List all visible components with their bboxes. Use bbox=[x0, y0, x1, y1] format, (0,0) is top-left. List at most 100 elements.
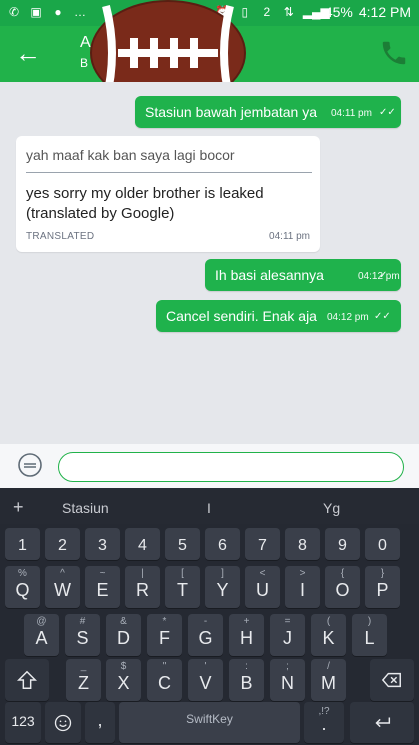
key-0[interactable]: 0 bbox=[365, 528, 400, 560]
app-bar: ← A B bbox=[0, 0, 419, 106]
double-check-icon: ✓✓ bbox=[374, 311, 391, 322]
message-input[interactable] bbox=[58, 452, 404, 482]
suggestion-3[interactable]: Yg bbox=[323, 500, 340, 516]
suggestion-bar: + Stasiun I Yg bbox=[0, 488, 419, 524]
key-d[interactable]: & D bbox=[106, 614, 141, 656]
enter-key[interactable] bbox=[350, 702, 414, 743]
key-g[interactable]: -G bbox=[188, 614, 223, 656]
key-alt-label: < bbox=[259, 568, 266, 579]
key-s[interactable]: # S bbox=[65, 614, 100, 656]
key-7[interactable]: 7 bbox=[245, 528, 280, 560]
signal-icon: ▂▄▆ bbox=[302, 5, 330, 19]
key-alt-label: ( bbox=[326, 616, 331, 627]
plus-icon[interactable]: + bbox=[13, 497, 24, 518]
key-i[interactable]: > I bbox=[285, 566, 320, 608]
key-alt-label: > bbox=[299, 568, 306, 579]
message-bubble-out[interactable]: Ih basi alesannya 04:12 pm ✓ bbox=[205, 259, 401, 291]
mode-key[interactable]: 123 bbox=[5, 702, 41, 743]
key-k[interactable]: (K bbox=[311, 614, 346, 656]
key-n[interactable]: ; N bbox=[270, 659, 305, 701]
emoji-icon bbox=[54, 714, 72, 732]
key-j[interactable]: = J bbox=[270, 614, 305, 656]
period-key[interactable]: ,!? . bbox=[304, 702, 344, 743]
key-label: L bbox=[364, 628, 375, 648]
shift-key[interactable] bbox=[5, 659, 49, 701]
key-x[interactable]: $ X bbox=[106, 659, 141, 701]
translated-label: TRANSLATED bbox=[26, 231, 95, 242]
key-l[interactable]: ) L bbox=[352, 614, 387, 656]
key-alt-label: ; bbox=[286, 661, 289, 672]
key-p[interactable]: } P bbox=[365, 566, 400, 608]
key-alt-label: / bbox=[327, 661, 330, 672]
whatsapp-icon: ✆ bbox=[8, 5, 20, 19]
key-label: E bbox=[96, 580, 109, 600]
key-z[interactable]: _ Z bbox=[66, 659, 101, 701]
key-label: O bbox=[335, 580, 350, 600]
key-label: 5 bbox=[178, 537, 187, 554]
key-label: H bbox=[240, 628, 253, 648]
key-q[interactable]: % Q bbox=[5, 566, 40, 608]
message-bubble-out[interactable]: Cancel sendiri. Enak aja 04:12 pm ✓✓ bbox=[156, 300, 401, 332]
key-4[interactable]: 4 bbox=[125, 528, 160, 560]
message-bubble-in[interactable]: yah maaf kak ban saya lagi bocor yes sor… bbox=[16, 136, 320, 252]
key-3[interactable]: 3 bbox=[85, 528, 120, 560]
key-alt-label: _ bbox=[80, 661, 87, 672]
key-label: F bbox=[159, 628, 170, 648]
emoji-key[interactable] bbox=[45, 702, 81, 743]
key-1[interactable]: 1 bbox=[5, 528, 40, 560]
back-arrow-icon[interactable]: ← bbox=[14, 39, 42, 67]
original-text: yah maaf kak ban saya lagi bocor bbox=[26, 147, 235, 163]
message-time: 04:12 pm bbox=[327, 312, 369, 323]
key-a[interactable]: @ A bbox=[24, 614, 59, 656]
key-alt-label: ] bbox=[221, 568, 224, 579]
key-label: J bbox=[283, 628, 292, 648]
key-label: 1 bbox=[18, 537, 27, 554]
key-c[interactable]: " C bbox=[147, 659, 182, 701]
key-alt-label: " bbox=[162, 661, 167, 672]
contact-status: B bbox=[80, 56, 89, 70]
comma-key[interactable]: , bbox=[85, 702, 115, 743]
key-label: Z bbox=[78, 673, 89, 693]
key-f[interactable]: * F bbox=[147, 614, 182, 656]
key-y[interactable]: ] Y bbox=[205, 566, 240, 608]
key-8[interactable]: 8 bbox=[285, 528, 320, 560]
key-label: 8 bbox=[298, 537, 307, 554]
message-time: 04:11 pm bbox=[269, 231, 310, 242]
key-alt-label: [ bbox=[181, 568, 184, 579]
key-r[interactable]: | R bbox=[125, 566, 160, 608]
key-6[interactable]: 6 bbox=[205, 528, 240, 560]
key-2[interactable]: 2 bbox=[45, 528, 80, 560]
key-u[interactable]: < U bbox=[245, 566, 280, 608]
key-label: V bbox=[199, 673, 212, 693]
translated-text: yes sorry my older brother is leaked (tr… bbox=[26, 185, 264, 222]
key-label: Q bbox=[15, 580, 30, 600]
suggestion-2[interactable]: I bbox=[207, 500, 211, 516]
key-label: W bbox=[54, 580, 71, 600]
key-m[interactable]: / M bbox=[311, 659, 346, 701]
gallery-icon: ▣ bbox=[30, 5, 42, 19]
key-t[interactable]: [T bbox=[165, 566, 200, 608]
phone-icon[interactable] bbox=[379, 38, 409, 68]
suggestion-1[interactable]: Stasiun bbox=[62, 500, 109, 516]
key-9[interactable]: 9 bbox=[325, 528, 360, 560]
chat-area: Stasiun bawah jembatan ya 04:11 pm ✓✓ ya… bbox=[0, 82, 419, 444]
key-alt-label: + bbox=[243, 616, 250, 627]
key-alt-label: $ bbox=[120, 661, 127, 672]
key-label: D bbox=[117, 628, 130, 648]
chat-bubble-icon[interactable] bbox=[17, 452, 43, 478]
message-text: Stasiun bawah jembatan ya bbox=[145, 104, 317, 120]
key-b[interactable]: :B bbox=[229, 659, 264, 701]
key-w[interactable]: ^ W bbox=[45, 566, 80, 608]
backspace-key[interactable] bbox=[370, 659, 414, 701]
key-5[interactable]: 5 bbox=[165, 528, 200, 560]
key-h[interactable]: + H bbox=[229, 614, 264, 656]
key-e[interactable]: ~ E bbox=[85, 566, 120, 608]
key-v[interactable]: ' V bbox=[188, 659, 223, 701]
key-label: X bbox=[117, 673, 130, 693]
key-label: U bbox=[256, 580, 269, 600]
key-label: R bbox=[136, 580, 149, 600]
data-arrows-icon: ⇅ bbox=[283, 5, 294, 19]
space-bar[interactable]: SwiftKey bbox=[119, 702, 300, 743]
key-o[interactable]: {O bbox=[325, 566, 360, 608]
message-bubble-out[interactable]: Stasiun bawah jembatan ya 04:11 pm ✓✓ bbox=[135, 96, 401, 128]
